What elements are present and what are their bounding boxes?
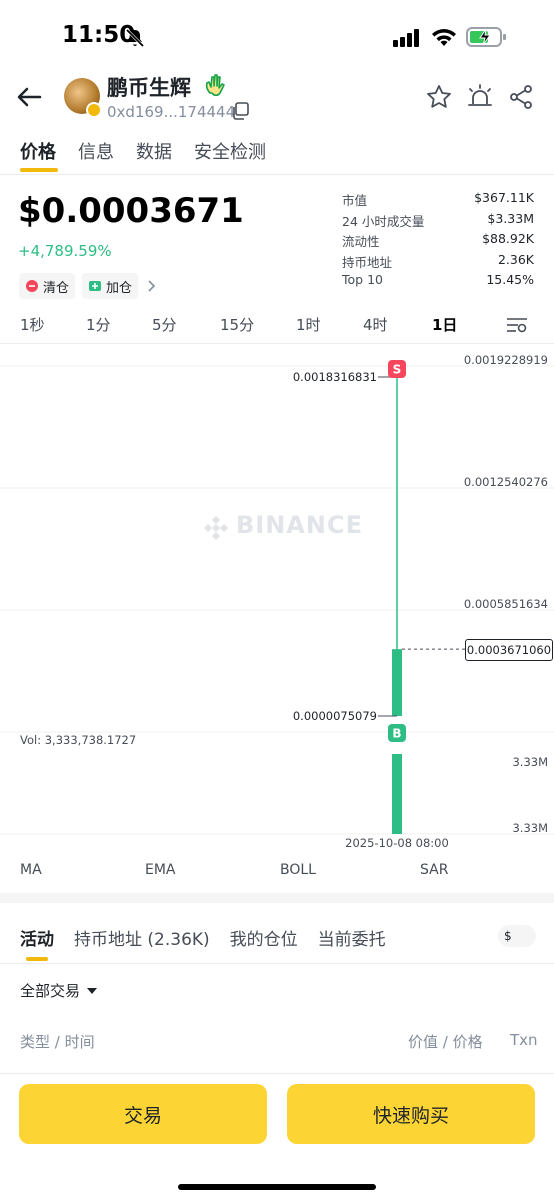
trade-button[interactable]: 交易 [19, 1084, 267, 1144]
stat-liquidity: 流动性 $88.92K [342, 231, 534, 252]
volume-bar [392, 754, 402, 834]
divider [0, 174, 554, 175]
interval-1d[interactable]: 1日 [432, 314, 457, 335]
add-position-button[interactable]: 加仓 [82, 273, 139, 299]
token-name: 鹏币生辉 [107, 76, 191, 100]
divider [0, 1073, 554, 1074]
stat-value: $367.11K [474, 190, 534, 205]
interval-selector: 1秒 1分 5分 15分 1时 4时 1日 [0, 314, 554, 338]
caret-down-icon[interactable] [86, 986, 98, 996]
wifi-icon [432, 29, 456, 46]
battery-charging-icon [466, 27, 506, 47]
add-position-icon [89, 281, 101, 291]
quick-buy-button[interactable]: 快速购买 [287, 1084, 535, 1144]
candle-body [392, 649, 402, 716]
back-arrow-icon[interactable] [14, 82, 44, 112]
contract-address[interactable]: 0xd169...174444 [107, 103, 235, 121]
active-tab-indicator [26, 957, 48, 961]
sell-all-button[interactable]: 清仓 [19, 273, 76, 299]
stat-label: Top 10 [342, 272, 383, 288]
favorite-star-icon[interactable] [426, 84, 452, 110]
low-price-label: 0.0000075079 [293, 709, 377, 723]
activity-tabs: 活动 持币地址 (2.36K) 我的仓位 当前委托 [20, 925, 386, 950]
indicator-sar[interactable]: SAR [420, 862, 448, 878]
indicator-ma[interactable]: MA [20, 862, 42, 878]
tab-info[interactable]: 信息 [78, 138, 114, 164]
stat-value: 2.36K [497, 251, 534, 267]
trade-filter-dropdown[interactable]: 全部交易 [20, 980, 80, 1001]
binance-logo-icon [204, 516, 228, 540]
home-indicator [178, 1184, 376, 1190]
stat-label: 市值 [342, 193, 368, 208]
stat-label: 24 小时成交量 [342, 213, 425, 229]
waving-hand-icon [205, 74, 225, 97]
high-price-label: 0.0018316831 [293, 370, 377, 384]
tab-security-check[interactable]: 安全检测 [194, 138, 266, 164]
tab-price[interactable]: 价格 [20, 138, 56, 164]
stat-value: $3.33M [487, 210, 534, 226]
chart-watermark: BINANCE [236, 511, 363, 539]
tab-open-orders[interactable]: 当前委托 [318, 925, 386, 950]
y-axis-tick: 0.0012540276 [464, 475, 548, 489]
bell-muted-icon [125, 28, 145, 48]
stat-value: $88.92K [482, 231, 534, 247]
interval-1s[interactable]: 1秒 [20, 314, 45, 335]
buy-marker-label: B [392, 727, 401, 741]
price-chart[interactable]: 0.0019228919 0.0012540276 0.0005851634 0.00… [0, 344, 554, 854]
indicator-selector: MA EMA BOLL SAR [0, 862, 554, 882]
sell-marker-label: S [393, 363, 402, 377]
stat-value: 15.45% [486, 272, 534, 288]
interval-5m[interactable]: 5分 [152, 314, 177, 335]
stat-label: 持币地址 [342, 254, 393, 270]
x-axis-label: 2025-10-08 08:00 [345, 836, 449, 850]
cellular-signal-icon [393, 29, 419, 47]
y-axis-tick: 0.0019228919 [464, 353, 548, 367]
current-price-tag: 0.0003671060 [465, 639, 553, 661]
tab-my-position[interactable]: 我的仓位 [230, 925, 298, 950]
chevron-right-icon[interactable] [145, 278, 157, 294]
share-icon[interactable] [508, 84, 534, 110]
stat-market-cap: 市值 $367.11K [342, 190, 534, 211]
main-tabs: 价格 信息 数据 安全检测 [20, 138, 266, 164]
column-header-type-time: 类型 / 时间 [20, 1033, 95, 1051]
interval-1m[interactable]: 1分 [86, 314, 111, 335]
interval-15m[interactable]: 15分 [220, 314, 254, 335]
add-position-label: 加仓 [106, 280, 133, 296]
tab-activity[interactable]: 活动 [20, 925, 54, 950]
interval-1h[interactable]: 1时 [296, 314, 321, 335]
stat-24h-volume: 24 小时成交量 $3.33M [342, 211, 534, 232]
column-header-value-price: 价值 / 价格 [408, 1033, 483, 1051]
column-header-txn: Txn [510, 1031, 538, 1049]
tab-data[interactable]: 数据 [136, 138, 172, 164]
volume-tick: 3.33M [512, 821, 548, 835]
copy-icon[interactable] [231, 102, 249, 120]
indicator-ema[interactable]: EMA [145, 862, 176, 878]
y-axis-tick: 0.0005851634 [464, 597, 548, 611]
sell-all-icon [26, 280, 38, 292]
interval-4h[interactable]: 4时 [363, 314, 388, 335]
section-separator [0, 893, 554, 903]
stat-holders: 持币地址 2.36K [342, 252, 534, 273]
price-alert-icon[interactable] [466, 84, 494, 110]
active-tab-indicator [20, 168, 58, 172]
divider [0, 963, 554, 964]
current-price: $0.0003671 [18, 191, 244, 231]
indicator-boll[interactable]: BOLL [280, 862, 316, 878]
volume-label: Vol: 3,333,738.1727 [20, 733, 136, 747]
verified-badge-icon [86, 102, 102, 118]
stat-label: 流动性 [342, 234, 380, 250]
price-change: +4,789.59% [18, 242, 112, 260]
currency-toggle[interactable]: $ [498, 925, 536, 947]
token-stats: 市值 $367.11K 24 小时成交量 $3.33M 流动性 $88.92K … [342, 190, 534, 293]
volume-tick: 3.33M [512, 755, 548, 769]
stat-top10: Top 10 15.45% [342, 272, 534, 293]
sell-all-label: 清仓 [43, 280, 70, 296]
chart-settings-icon[interactable] [506, 316, 528, 334]
tab-holders[interactable]: 持币地址 (2.36K) [74, 925, 210, 950]
